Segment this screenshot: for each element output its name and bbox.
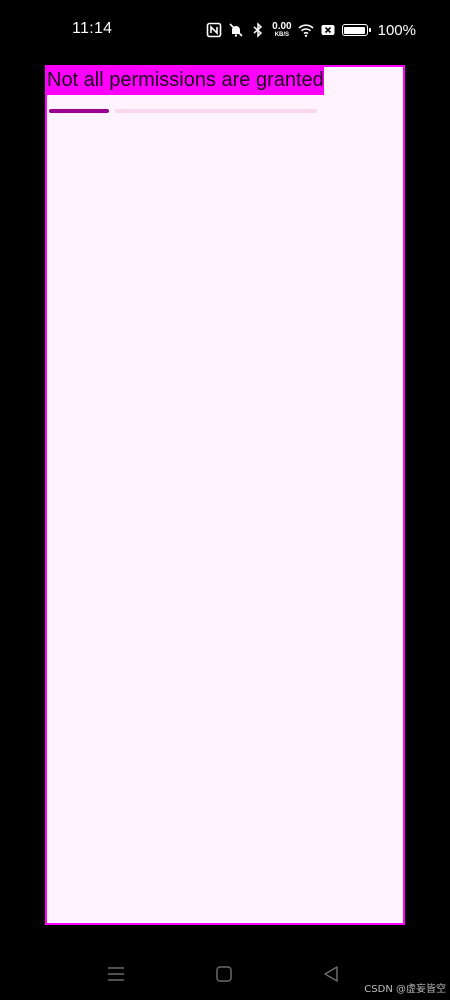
- home-icon[interactable]: [212, 962, 236, 986]
- status-time: 11:14: [72, 20, 113, 37]
- battery-percent: 100%: [377, 21, 416, 39]
- status-bar: 11:14 0.00 KB/S 100%: [0, 0, 450, 60]
- progress-indicator: [49, 109, 317, 113]
- bluetooth-icon: [250, 22, 266, 38]
- wifi-icon: [298, 22, 314, 38]
- watermark: CSDN @虚妄皆空: [364, 984, 446, 995]
- menu-icon[interactable]: [104, 962, 128, 986]
- back-icon[interactable]: [319, 962, 343, 986]
- status-icons: 0.00 KB/S 100%: [206, 20, 416, 40]
- progress-bar: [49, 109, 109, 113]
- progress-track: [115, 109, 317, 113]
- permission-message: Not all permissions are granted: [47, 67, 324, 95]
- mute-icon: [228, 22, 244, 38]
- net-speed-value: 0.00: [272, 21, 292, 32]
- nfc-icon: [206, 22, 222, 38]
- no-sim-icon: [320, 22, 336, 38]
- battery-icon: [341, 24, 371, 36]
- network-speed: 0.00 KB/S: [272, 21, 292, 39]
- net-speed-unit: KB/S: [274, 32, 290, 38]
- phone-screen: 11:14 0.00 KB/S 100% Not all permissions…: [0, 0, 450, 1000]
- battery-level: [344, 26, 366, 34]
- app-content-panel: Not all permissions are granted: [45, 65, 405, 925]
